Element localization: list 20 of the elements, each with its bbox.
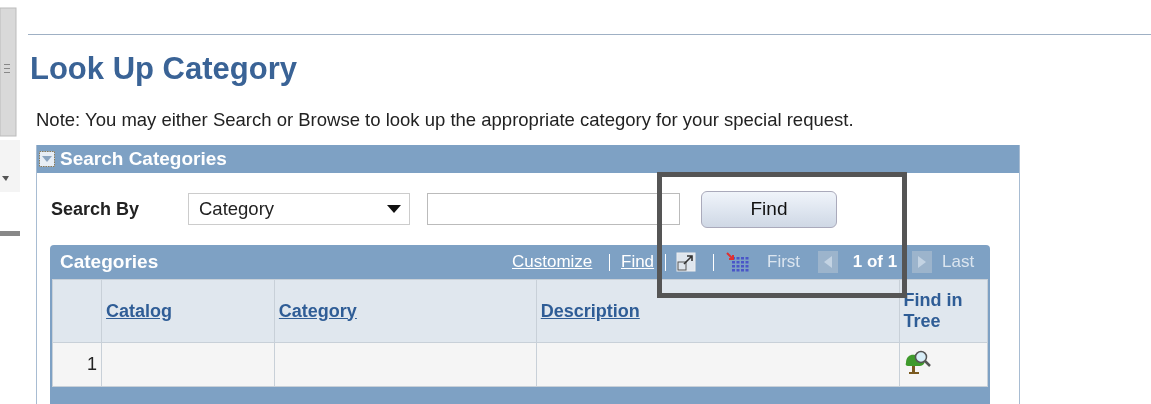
caret-icon xyxy=(387,205,401,213)
panel-title: Search Categories xyxy=(60,148,227,170)
column-header[interactable]: Description xyxy=(540,300,640,321)
page-position: 1 of 1 xyxy=(851,252,899,272)
popup-icon[interactable] xyxy=(676,252,696,272)
column-header[interactable]: Catalog xyxy=(106,300,173,321)
note-text: Note: You may either Search or Browse to look up the appropriate category for your special request. xyxy=(36,109,855,131)
collapse-icon[interactable] xyxy=(39,151,55,167)
find-button[interactable]: Find xyxy=(701,190,837,228)
tree-search-icon[interactable] xyxy=(903,349,932,375)
row-number: 1 xyxy=(87,354,98,374)
search-field[interactable] xyxy=(427,193,680,225)
grid-link[interactable]: Find xyxy=(621,252,658,272)
field-label: Search By xyxy=(51,198,141,220)
search-by-dropdown[interactable]: Category xyxy=(188,193,410,225)
grid-link[interactable]: Customize xyxy=(512,252,604,272)
page-title: Look Up Category xyxy=(30,51,298,87)
grid-title: Categories xyxy=(60,251,160,273)
grid-view-icon[interactable] xyxy=(726,252,750,272)
column-header[interactable]: Category xyxy=(278,300,357,321)
